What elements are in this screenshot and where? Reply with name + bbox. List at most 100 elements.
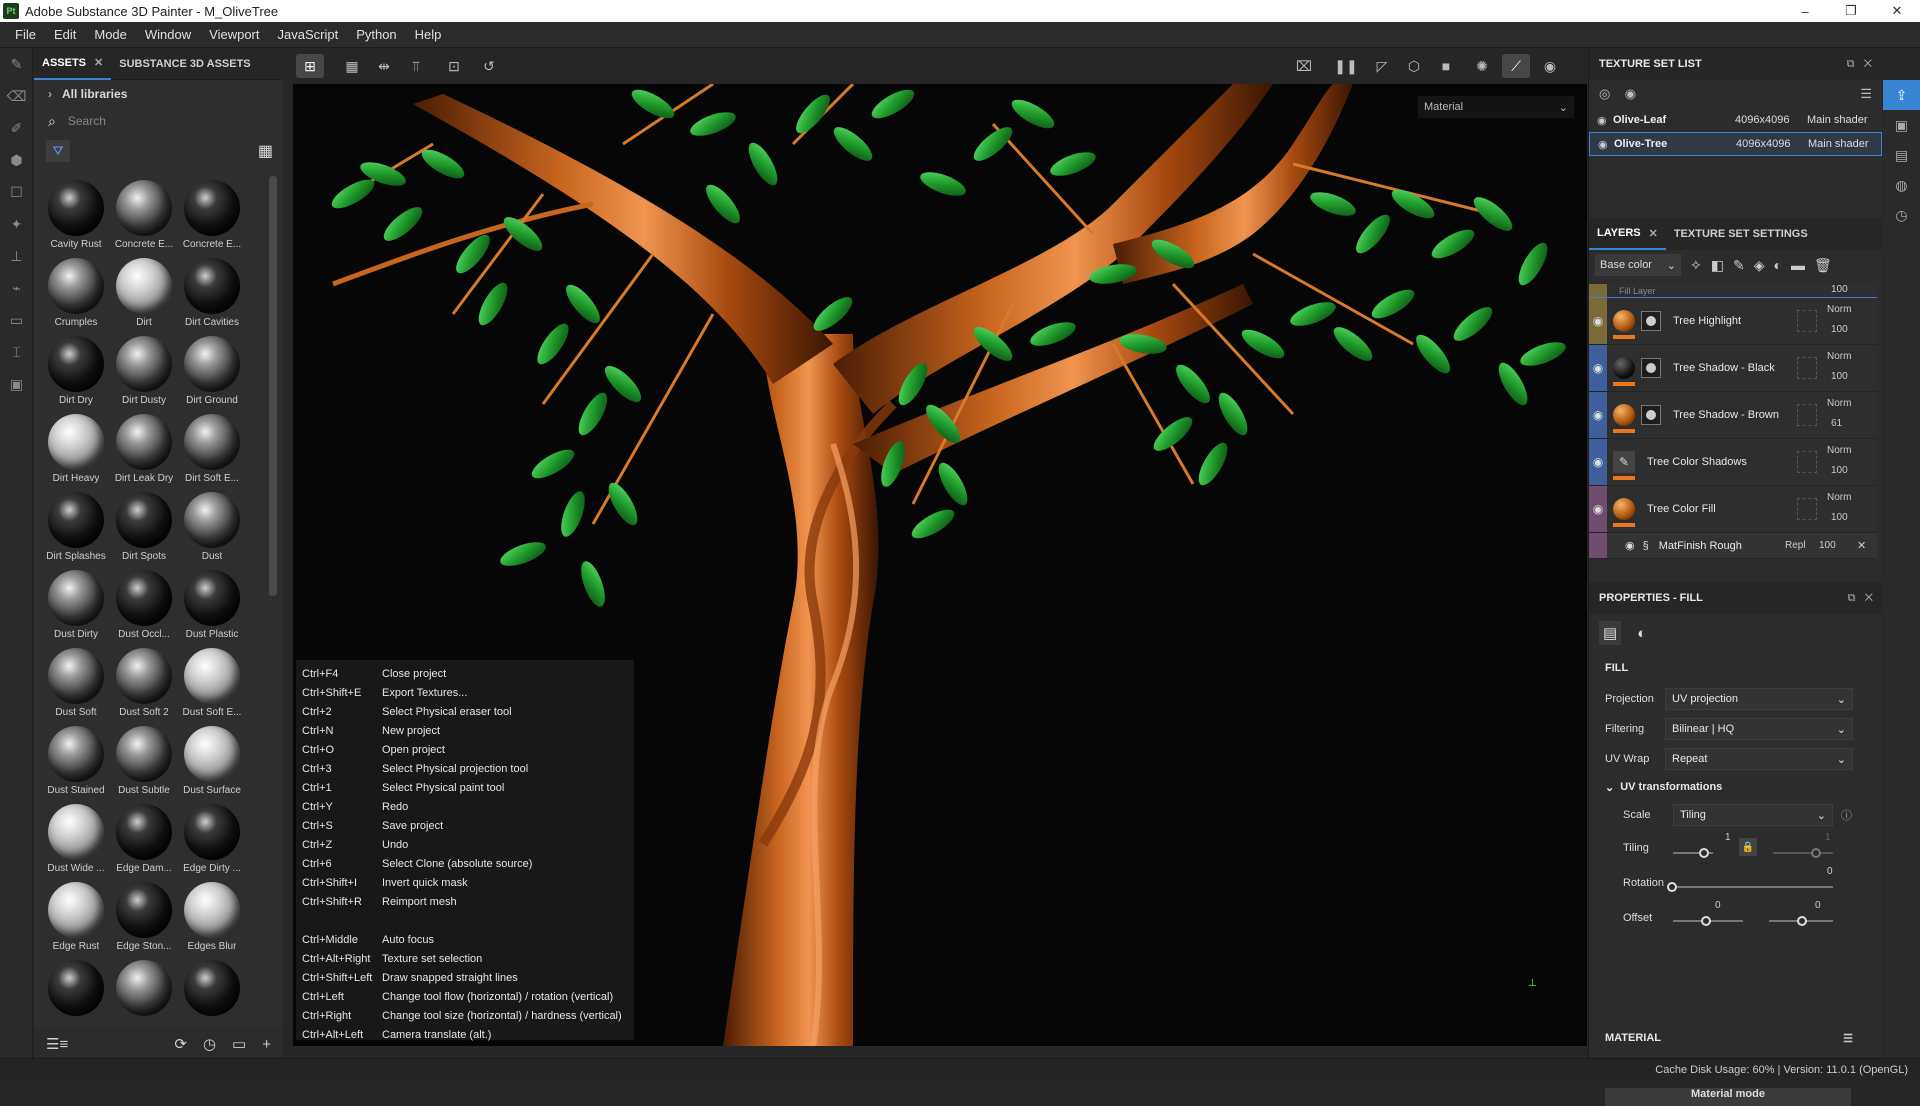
add-effect-icon[interactable]: ✧ bbox=[1690, 257, 1702, 274]
asset-item[interactable]: Dust Soft E... bbox=[178, 644, 246, 722]
menu-python[interactable]: Python bbox=[347, 27, 405, 42]
add-folder-icon[interactable]: ▬ bbox=[1791, 257, 1805, 273]
menu-icon[interactable]: ☰ bbox=[1860, 86, 1872, 102]
channel-select[interactable]: Base color ⌄ bbox=[1595, 254, 1681, 276]
asset-item[interactable]: Dirt Cavities bbox=[178, 254, 246, 332]
asset-item[interactable]: Dirt Splashes bbox=[42, 488, 110, 566]
layer-opacity[interactable]: 100 bbox=[1831, 371, 1848, 382]
eye-icon[interactable]: ◉ bbox=[1597, 114, 1613, 127]
refresh-icon[interactable]: ⟳ bbox=[174, 1035, 187, 1053]
add-smart-material-icon[interactable]: ◐ bbox=[1773, 257, 1781, 273]
asset-item[interactable]: Edge Dirty ... bbox=[178, 800, 246, 878]
library-selector[interactable]: › All libraries bbox=[34, 80, 283, 108]
frame-icon[interactable]: ⊞ bbox=[296, 54, 324, 78]
menu-window[interactable]: Window bbox=[136, 27, 200, 42]
projection-icon[interactable]: ✐ bbox=[0, 112, 33, 144]
asset-item[interactable] bbox=[110, 956, 178, 1016]
offset-knob-b[interactable] bbox=[1797, 916, 1807, 926]
close-icon[interactable]: ✕ bbox=[1865, 592, 1873, 604]
asset-item[interactable]: Concrete E... bbox=[178, 176, 246, 254]
asset-item[interactable] bbox=[178, 956, 246, 1016]
asset-item[interactable]: Dust Soft bbox=[42, 644, 110, 722]
eye-icon[interactable]: ◉ bbox=[1589, 439, 1607, 485]
layer-blend-mode[interactable]: Norm bbox=[1827, 398, 1851, 409]
texture-icon[interactable]: ▣ bbox=[0, 368, 33, 400]
layer-blend-mode[interactable]: Norm bbox=[1827, 445, 1851, 456]
geometry-fill-icon[interactable]: ⬢ bbox=[0, 144, 33, 176]
asset-item[interactable]: Dust Occl... bbox=[110, 566, 178, 644]
asset-item[interactable]: Dirt Spots bbox=[110, 488, 178, 566]
cube-icon[interactable]: ⬡ bbox=[1400, 54, 1428, 78]
uv-transformations-toggle[interactable]: ⌄ UV transformations bbox=[1589, 774, 1883, 800]
layer-blend-mode[interactable]: Norm bbox=[1827, 351, 1851, 362]
asset-item[interactable]: Dust Wide ... bbox=[42, 800, 110, 878]
layer-mask-slot[interactable] bbox=[1797, 404, 1817, 426]
asset-item[interactable]: Dirt Dusty bbox=[110, 332, 178, 410]
eye-icon[interactable]: ◉ bbox=[1589, 392, 1607, 438]
layer-row[interactable]: ◉ ✎ Tree Color Shadows Norm 100 bbox=[1589, 439, 1877, 486]
layer-opacity[interactable]: 100 bbox=[1831, 284, 1848, 295]
asset-item[interactable]: Edge Dam... bbox=[110, 800, 178, 878]
add-frame-icon[interactable]: ⊡ bbox=[440, 54, 468, 78]
paint-brush-icon[interactable]: ✎ bbox=[0, 48, 33, 80]
asset-item[interactable]: Dirt Heavy bbox=[42, 410, 110, 488]
eye-icon[interactable]: ◉ bbox=[1625, 539, 1635, 552]
pause-icon[interactable]: ❚❚ bbox=[1332, 54, 1360, 78]
reset-view-icon[interactable]: ↺ bbox=[475, 54, 503, 78]
close-icon[interactable]: ✕ bbox=[1864, 58, 1872, 70]
info-icon[interactable]: ⓘ bbox=[1841, 807, 1852, 823]
asset-item[interactable]: Crumples bbox=[42, 254, 110, 332]
asset-item[interactable]: Dust Subtle bbox=[110, 722, 178, 800]
effect-row[interactable]: ◉ § MatFinish Rough Repl 100 ✕ bbox=[1589, 533, 1877, 559]
layer-row[interactable]: ◉ Tree Shadow - Brown Norm 61 bbox=[1589, 392, 1877, 439]
add-mask-icon[interactable]: ◧ bbox=[1711, 257, 1724, 274]
symmetry-icon[interactable]: ⇹ bbox=[370, 54, 398, 78]
bake-icon[interactable]: ▭ bbox=[0, 304, 33, 336]
eye-icon[interactable]: ◉ bbox=[1589, 345, 1607, 391]
layer-mask-icon[interactable] bbox=[1641, 311, 1661, 331]
brush-mode-icon[interactable]: ⟋ bbox=[1502, 54, 1530, 78]
float-icon[interactable]: ⧉ bbox=[1847, 58, 1855, 70]
asset-item[interactable]: Dust bbox=[178, 488, 246, 566]
projection-select[interactable]: UV projection ⌄ bbox=[1665, 688, 1853, 710]
menu-edit[interactable]: Edit bbox=[45, 27, 85, 42]
asset-item[interactable]: Edges Blur bbox=[178, 878, 246, 956]
layer-mask-slot[interactable] bbox=[1797, 451, 1817, 473]
lock-icon[interactable]: 🔒 bbox=[1739, 838, 1757, 856]
menu-javascript[interactable]: JavaScript bbox=[268, 27, 347, 42]
texture-set-shader[interactable]: Main shader bbox=[1807, 114, 1868, 126]
layer-mask-slot[interactable] bbox=[1797, 357, 1817, 379]
close-icon[interactable]: ✕ bbox=[1857, 539, 1866, 552]
grid-layout-icon[interactable]: ▦ bbox=[338, 54, 366, 78]
layer-row[interactable]: ◉ Tree Color Fill Norm 100 bbox=[1589, 486, 1877, 533]
dropper-icon[interactable]: ⌁ bbox=[0, 272, 33, 304]
asset-item[interactable]: Cavity Rust bbox=[42, 176, 110, 254]
ruler-icon[interactable]: ⌶ bbox=[0, 336, 33, 368]
add-fill-layer-icon[interactable]: ◈ bbox=[1754, 257, 1765, 274]
layer-mask-slot[interactable] bbox=[1797, 310, 1817, 332]
asset-item[interactable]: Dust Dirty bbox=[42, 566, 110, 644]
filtering-select[interactable]: Bilinear | HQ ⌄ bbox=[1665, 718, 1853, 740]
effect-blend-mode[interactable]: Repl bbox=[1785, 540, 1806, 551]
layer-opacity[interactable]: 61 bbox=[1831, 418, 1842, 429]
tiling-knob-a[interactable] bbox=[1699, 848, 1709, 858]
minimize-button[interactable]: – bbox=[1782, 0, 1828, 22]
material-mode-button[interactable]: Material mode bbox=[1605, 1088, 1851, 1106]
eye-icon[interactable]: ◉ bbox=[1589, 298, 1607, 344]
layer-opacity[interactable]: 100 bbox=[1831, 465, 1848, 476]
window-icon[interactable]: ▭ bbox=[232, 1035, 246, 1053]
asset-item[interactable]: Dirt bbox=[110, 254, 178, 332]
history-icon[interactable]: ◷ bbox=[203, 1035, 216, 1053]
uvwrap-select[interactable]: Repeat ⌄ bbox=[1665, 748, 1853, 770]
asset-item[interactable]: Edge Rust bbox=[42, 878, 110, 956]
asset-search[interactable]: ⌕ Search bbox=[34, 108, 283, 134]
layer-mask-slot[interactable] bbox=[1797, 498, 1817, 520]
layer-blend-mode[interactable]: Norm bbox=[1827, 304, 1851, 315]
asset-item[interactable] bbox=[42, 956, 110, 1016]
texture-set-shader[interactable]: Main shader bbox=[1808, 138, 1869, 150]
tab-layers[interactable]: LAYERS ✕ bbox=[1589, 218, 1666, 250]
shader-settings-icon[interactable]: ◍ bbox=[1883, 170, 1920, 200]
eye-icon[interactable]: ◉ bbox=[1589, 486, 1607, 532]
asset-item[interactable]: Dirt Leak Dry bbox=[110, 410, 178, 488]
asset-item[interactable]: Dust Soft 2 bbox=[110, 644, 178, 722]
